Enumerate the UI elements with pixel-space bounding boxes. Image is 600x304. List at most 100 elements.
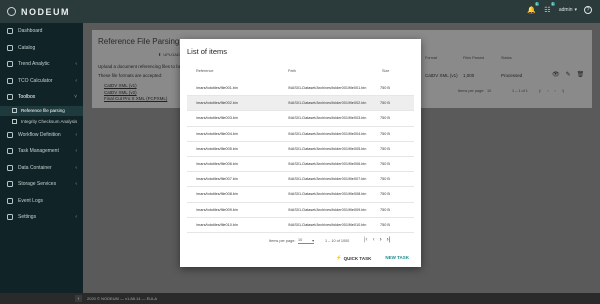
delete-icon[interactable]: 🗑 bbox=[577, 71, 585, 78]
trend-icon bbox=[7, 61, 13, 68]
sidebar-item-toolbox[interactable]: Toolbox ˅ bbox=[0, 89, 83, 106]
column-header-reference[interactable]: Reference bbox=[196, 69, 214, 73]
quick-task-button[interactable]: ⚡ QUICK TASK bbox=[336, 255, 371, 261]
first-page-icon[interactable]: |‹ bbox=[364, 237, 368, 243]
help-icon[interactable]: ? bbox=[584, 5, 592, 14]
table-row[interactable]: /mars/tototiles/file009.bin/NAS01-Datase… bbox=[187, 203, 414, 218]
cell-size: 750 B bbox=[380, 192, 390, 197]
sidebar-item-storage-services[interactable]: Storage Services ‹ bbox=[0, 176, 83, 193]
next-page-icon[interactable]: › bbox=[555, 89, 556, 93]
table-row[interactable]: /mars/tototiles/file005.bin/NAS01-Datase… bbox=[187, 142, 414, 157]
dashboard-icon bbox=[7, 28, 13, 35]
cell-reference: /mars/tototiles/file009.bin bbox=[196, 207, 238, 212]
chevron-left-icon: ‹ bbox=[75, 131, 77, 138]
pin-icon[interactable]: ✎ bbox=[566, 71, 571, 78]
file-icon bbox=[12, 108, 17, 114]
cell-files-parsed: 1,000 bbox=[463, 73, 475, 78]
dialog-title: List of items bbox=[187, 47, 228, 56]
sidebar-item-workflow-definition[interactable]: Workflow Definition ‹ bbox=[0, 127, 83, 144]
items-per-page-label: Items per page: bbox=[269, 239, 296, 243]
sidebar-subitem-reference-file-parsing[interactable]: Reference file parsing bbox=[0, 105, 83, 116]
chevron-down-icon: ▾ bbox=[312, 239, 314, 243]
tasks-icon[interactable]: ☷ 1 bbox=[543, 2, 555, 14]
cell-size: 750 B bbox=[380, 101, 390, 106]
cell-reference: /mars/tototiles/file008.bin bbox=[196, 192, 238, 197]
list-of-items-dialog: List of items Reference Path Size /mars/… bbox=[180, 39, 421, 267]
cell-size: 750 B bbox=[380, 177, 390, 182]
notifications-badge: 1 bbox=[534, 2, 539, 6]
catalog-icon bbox=[7, 44, 13, 51]
items-per-page-select[interactable]: 10 ▾ bbox=[298, 238, 314, 244]
table-row[interactable]: /mars/tototiles/file010.bin/NAS01-Datase… bbox=[187, 218, 414, 233]
sidebar-item-event-logs[interactable]: Event Logs bbox=[0, 193, 83, 210]
cell-reference: /mars/tototiles/file004.bin bbox=[196, 131, 238, 136]
sidebar-item-data-container[interactable]: Data Container ‹ bbox=[0, 160, 83, 177]
toolbox-icon bbox=[7, 94, 13, 101]
cell-path: /NAS01-Dataset/Archives/folder001/file01… bbox=[288, 222, 367, 227]
paginator-nav: |‹ ‹ › ›| bbox=[364, 237, 390, 243]
sidebar: Dashboard Catalog Trend Analytic ‹ TCO Ca… bbox=[0, 23, 83, 293]
brand-name: NODEUM bbox=[21, 6, 70, 17]
upload-icon: ⬆ bbox=[158, 52, 162, 57]
cell-reference: /mars/tototiles/file006.bin bbox=[196, 162, 238, 167]
sidebar-item-catalog[interactable]: Catalog bbox=[0, 40, 83, 57]
table-row[interactable]: /mars/tototiles/file008.bin/NAS01-Datase… bbox=[187, 187, 414, 203]
sidebar-item-settings[interactable]: Settings ‹ bbox=[0, 209, 83, 226]
footer: ‹ 2020 © NODEUM — v1.88.14 — EULA bbox=[0, 293, 600, 304]
cell-path: /NAS01-Dataset/Archives/folder001/file00… bbox=[288, 162, 367, 167]
format-link[interactable]: CatDV XML (v1) bbox=[104, 83, 167, 88]
cell-path: /NAS01-Dataset/Archives/folder001/file00… bbox=[288, 131, 367, 136]
page-title: Reference File Parsing bbox=[98, 37, 180, 46]
chevron-left-icon: ‹ bbox=[75, 164, 77, 171]
cell-path: /NAS01-Dataset/Archives/folder001/file00… bbox=[288, 86, 367, 91]
table-row[interactable]: /mars/tototiles/file004.bin/NAS01-Datase… bbox=[187, 127, 414, 142]
sidebar-item-task-management[interactable]: Task Management ‹ bbox=[0, 143, 83, 160]
app-logo[interactable]: NODEUM bbox=[7, 7, 70, 17]
paginator-range: 1 – 1 of 1 bbox=[512, 89, 528, 93]
cell-size: 750 B bbox=[380, 131, 390, 136]
accepted-formats-label: These file formats are accepted: bbox=[98, 73, 163, 78]
last-page-icon[interactable]: ›| bbox=[562, 89, 564, 93]
prev-page-icon[interactable]: ‹ bbox=[547, 89, 548, 93]
table-row[interactable]: /mars/tototiles/file002.bin/NAS01-Datase… bbox=[187, 96, 414, 112]
last-page-icon[interactable]: ›| bbox=[387, 237, 391, 243]
collapse-sidebar-button[interactable]: ‹ bbox=[75, 295, 82, 302]
first-page-icon[interactable]: |‹ bbox=[539, 89, 541, 93]
footer-text: 2020 © NODEUM — v1.88.14 — EULA bbox=[87, 296, 158, 301]
chevron-left-icon: ‹ bbox=[75, 181, 77, 188]
next-page-icon[interactable]: › bbox=[380, 237, 382, 243]
bolt-icon: ⚡ bbox=[336, 255, 342, 260]
sidebar-subitem-integrity-checksum[interactable]: Integrity Checksum Analysis bbox=[0, 116, 83, 127]
sidebar-item-tco-calculator[interactable]: TCO Calculator ‹ bbox=[0, 73, 83, 90]
new-task-button[interactable]: NEW TASK bbox=[385, 255, 409, 261]
user-menu[interactable]: admin ▾ bbox=[559, 7, 577, 13]
prev-page-icon[interactable]: ‹ bbox=[373, 237, 375, 243]
format-link[interactable]: CatDV XML (v2) bbox=[104, 90, 167, 95]
items-per-page-select[interactable]: 10 bbox=[487, 89, 491, 93]
sidebar-item-dashboard[interactable]: Dashboard bbox=[0, 23, 83, 40]
eye-icon[interactable]: 👁 bbox=[552, 71, 560, 78]
column-header-path[interactable]: Path bbox=[288, 69, 296, 73]
cell-size: 750 B bbox=[380, 146, 390, 151]
table-row[interactable]: /mars/tototiles/file001.bin/NAS01-Datase… bbox=[187, 81, 414, 97]
cell-size: 750 B bbox=[380, 162, 390, 167]
cell-reference: /mars/tototiles/file010.bin bbox=[196, 222, 238, 227]
chevron-left-icon: ‹ bbox=[75, 61, 77, 68]
event-log-icon bbox=[7, 197, 13, 204]
notifications-icon[interactable]: 🔔 1 bbox=[527, 2, 539, 14]
table-row[interactable]: /mars/tototiles/file006.bin/NAS01-Datase… bbox=[187, 157, 414, 173]
cell-format: CatDV XML (v1) bbox=[425, 73, 458, 78]
sidebar-item-trend-analytic[interactable]: Trend Analytic ‹ bbox=[0, 56, 83, 73]
cell-path: /NAS01-Dataset/Archives/folder001/file00… bbox=[288, 101, 367, 106]
cell-path: /NAS01-Dataset/Archives/folder001/file00… bbox=[288, 192, 367, 197]
column-header-size[interactable]: Size bbox=[382, 69, 389, 73]
dialog-actions: ⚡ QUICK TASK NEW TASK bbox=[336, 255, 409, 261]
container-icon bbox=[7, 164, 13, 171]
table-row[interactable]: /mars/tototiles/file003.bin/NAS01-Datase… bbox=[187, 111, 414, 127]
column-header-files-parsed: Files Parsed bbox=[463, 56, 485, 60]
gear-icon bbox=[7, 214, 13, 221]
chevron-left-icon: ‹ bbox=[75, 214, 77, 221]
format-link[interactable]: Final Cut Pro X XML (FCPXML) bbox=[104, 96, 167, 101]
table-row[interactable]: /mars/tototiles/file007.bin/NAS01-Datase… bbox=[187, 172, 414, 188]
tasks-icon bbox=[7, 148, 13, 155]
